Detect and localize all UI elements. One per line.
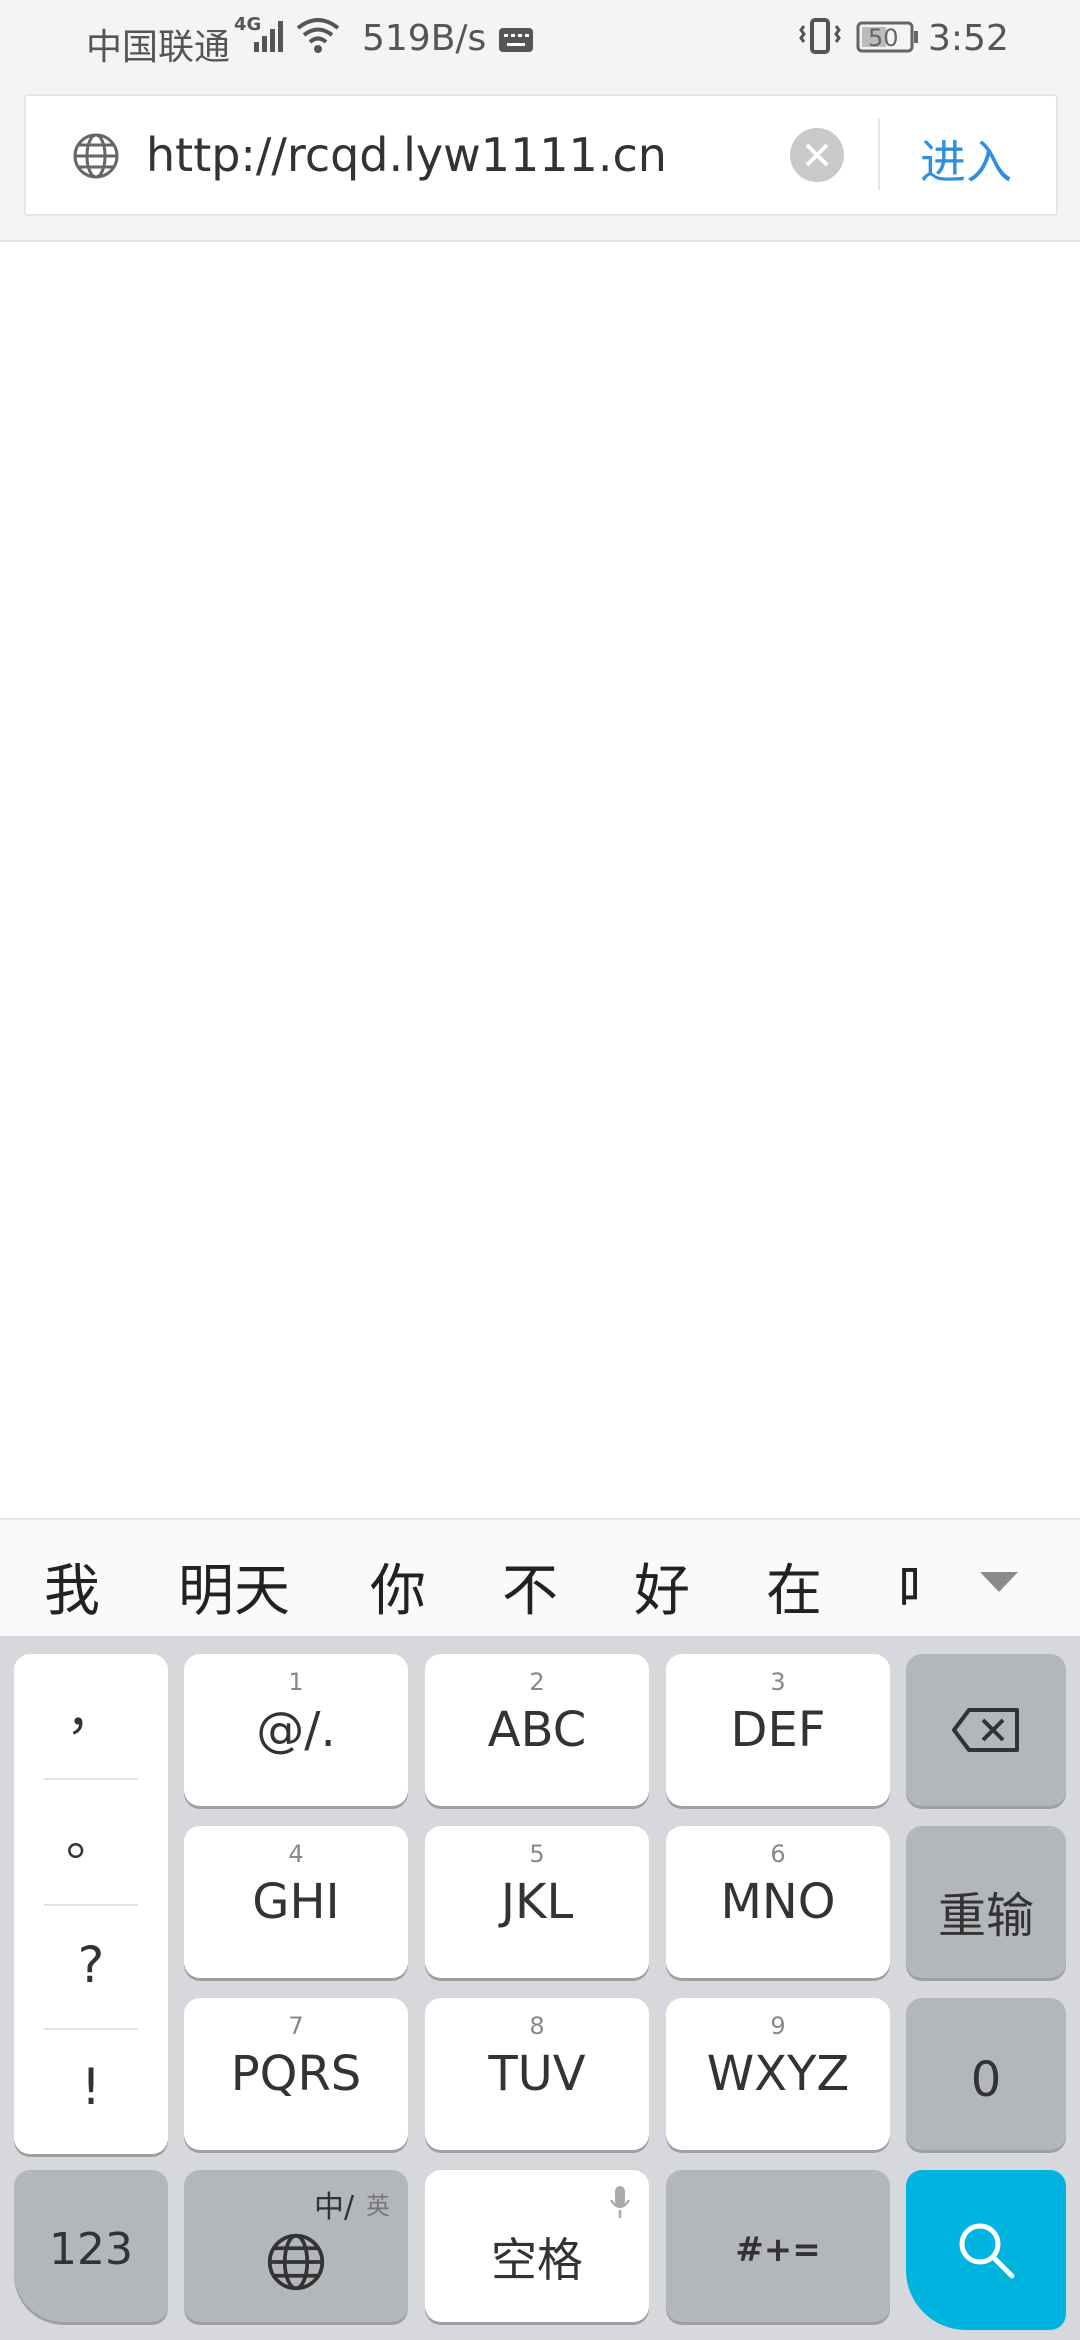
key-6[interactable]: 6 MNO — [666, 1826, 890, 1978]
address-bar[interactable]: http://rcqd.lyw1111.cn 进入 — [24, 94, 1058, 216]
candidate-item[interactable]: 吗 — [898, 1546, 918, 1627]
key-label: GHI — [252, 1874, 340, 1930]
key-number: 9 — [770, 2012, 786, 2040]
divider — [44, 2028, 138, 2030]
key-0[interactable]: 0 — [906, 1998, 1066, 2150]
key-label: JKL — [500, 1874, 574, 1930]
lang-zh-label: 中/ — [314, 2190, 355, 2225]
close-icon — [805, 143, 829, 167]
key-number: 6 — [770, 1840, 786, 1868]
divider — [44, 1778, 138, 1780]
language-switch-button[interactable]: 中/ 英 — [184, 2170, 408, 2322]
key-number: 5 — [529, 1840, 545, 1868]
key-number: 8 — [529, 2012, 545, 2040]
key-number: 1 — [288, 1668, 304, 1696]
key-label: 空格 — [491, 2233, 583, 2287]
key-1[interactable]: 1 @/. — [184, 1654, 408, 1806]
reenter-button[interactable]: 重输 — [906, 1826, 1066, 1978]
numbers-mode-button[interactable]: 123 — [14, 2170, 168, 2322]
key-label: TUV — [488, 2046, 586, 2102]
key-label: 重输 — [937, 1888, 1034, 1944]
key-label: DEF — [730, 1702, 826, 1758]
candidate-item[interactable]: 你 — [370, 1546, 426, 1627]
network-speed: 519B/s — [362, 18, 487, 59]
key-number: 3 — [770, 1668, 786, 1696]
key-label: PQRS — [230, 2046, 362, 2102]
backspace-icon — [952, 1708, 1019, 1752]
space-button[interactable]: 空格 — [425, 2170, 649, 2322]
chevron-down-icon[interactable] — [978, 1570, 1020, 1598]
candidate-item[interactable]: 不 — [502, 1546, 558, 1627]
globe-icon — [267, 2233, 325, 2291]
punct-question-key[interactable]: ? — [14, 1936, 168, 1994]
key-7[interactable]: 7 PQRS — [184, 1998, 408, 2150]
globe-icon — [72, 132, 120, 184]
vibrate-icon — [798, 16, 842, 65]
microphone-icon — [609, 2186, 631, 2218]
page-content — [0, 242, 1080, 1518]
key-label: ABC — [487, 1702, 587, 1758]
battery-level: 50 — [868, 24, 899, 52]
keyboard-icon — [498, 22, 534, 63]
candidate-item[interactable]: 好 — [634, 1546, 690, 1627]
key-label: 123 — [49, 2224, 133, 2275]
punct-exclaim-key[interactable]: ! — [14, 2058, 168, 2116]
key-label: @/. — [256, 1702, 336, 1758]
signal-icon — [250, 18, 290, 63]
enter-button[interactable]: 进入 — [920, 126, 1012, 192]
divider — [878, 118, 880, 190]
key-label: #+= — [735, 2230, 821, 2270]
key-number: 2 — [529, 1668, 545, 1696]
candidate-bar: 我 明天 你 不 好 在 吗 — [0, 1518, 1080, 1638]
backspace-button[interactable] — [906, 1654, 1066, 1806]
key-8[interactable]: 8 TUV — [425, 1998, 649, 2150]
status-bar: 中国联通 4G 519B/s 50 3:52 — [0, 0, 1080, 80]
keyboard: ， 。 ? ! 1 @/. 2 ABC 3 DEF 4 GHI 5 JKL 6 … — [0, 1636, 1080, 2340]
key-number: 7 — [288, 2012, 304, 2040]
key-label: WXYZ — [706, 2046, 850, 2102]
carrier-name: 中国联通 — [86, 27, 231, 68]
candidate-item[interactable]: 明天 — [178, 1546, 290, 1627]
punctuation-list: ， 。 ? ! — [14, 1654, 168, 2154]
candidate-item[interactable]: 我 — [44, 1546, 100, 1627]
punct-comma-key[interactable]: ， — [14, 1672, 168, 1744]
symbols-button[interactable]: #+= — [666, 2170, 890, 2322]
punct-period-key[interactable]: 。 — [14, 1798, 168, 1870]
wifi-icon — [296, 16, 340, 65]
lang-en-label: 英 — [366, 2192, 390, 2220]
clock: 3:52 — [928, 18, 1009, 59]
search-button[interactable] — [906, 2170, 1066, 2330]
clear-url-button[interactable] — [790, 128, 844, 182]
address-bar-region: http://rcqd.lyw1111.cn 进入 — [0, 80, 1080, 242]
key-5[interactable]: 5 JKL — [425, 1826, 649, 1978]
url-input[interactable]: http://rcqd.lyw1111.cn — [146, 128, 667, 182]
key-label: MNO — [720, 1874, 836, 1930]
candidate-item[interactable]: 在 — [766, 1546, 822, 1627]
key-number: 4 — [288, 1840, 304, 1868]
search-icon — [959, 2223, 1015, 2279]
key-2[interactable]: 2 ABC — [425, 1654, 649, 1806]
key-9[interactable]: 9 WXYZ — [666, 1998, 890, 2150]
key-4[interactable]: 4 GHI — [184, 1826, 408, 1978]
divider — [44, 1904, 138, 1906]
key-3[interactable]: 3 DEF — [666, 1654, 890, 1806]
key-label: 0 — [970, 2052, 1002, 2108]
